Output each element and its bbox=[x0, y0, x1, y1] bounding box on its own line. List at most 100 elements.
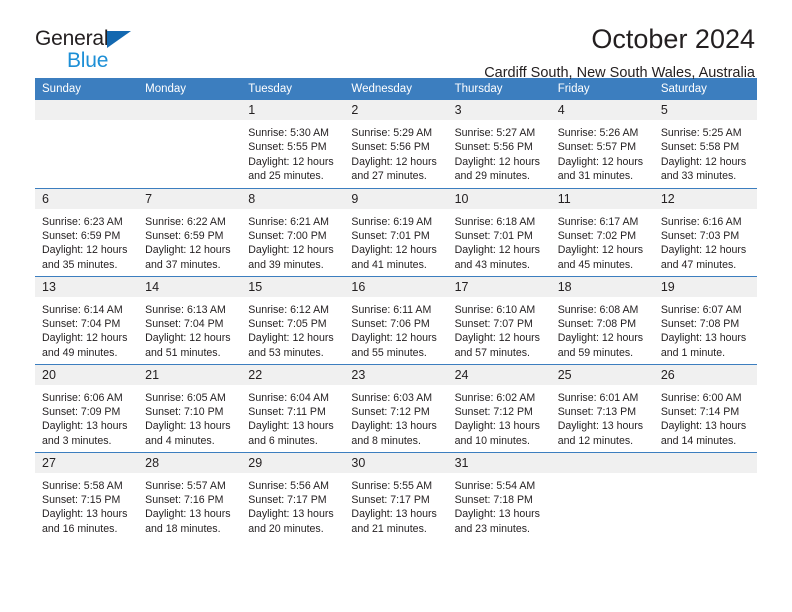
calendar-day-cell: 15 Sunrise: 6:12 AM Sunset: 7:05 PM Dayligh… bbox=[241, 275, 345, 364]
calendar-day-cell: 19 Sunrise: 6:07 AM Sunset: 7:08 PM Dayligh… bbox=[653, 275, 757, 364]
sunset-line: Sunset: 7:07 PM bbox=[454, 317, 533, 330]
sun-info: Sunrise: 5:30 AM Sunset: 5:55 PM Daylight:… bbox=[241, 120, 344, 184]
calendar-day-cell: 21 Sunrise: 6:05 AM Sunset: 7:10 PM Dayligh… bbox=[138, 363, 242, 452]
day-number: 3 bbox=[447, 100, 551, 120]
sunrise-line: Sunrise: 6:12 AM bbox=[248, 303, 329, 316]
sun-info: Sunrise: 5:56 AM Sunset: 7:17 PM Daylight:… bbox=[241, 473, 344, 537]
daylight-line-2: and 16 minutes. bbox=[42, 522, 118, 535]
calendar-day[interactable]: 10 Sunrise: 6:18 AM Sunset: 7:01 PM Dayligh… bbox=[447, 188, 551, 276]
sun-info: Sunrise: 6:05 AM Sunset: 7:10 PM Daylight:… bbox=[138, 385, 241, 449]
calendar-day[interactable]: 24 Sunrise: 6:02 AM Sunset: 7:12 PM Dayligh… bbox=[447, 364, 551, 452]
daylight-line-2: and 57 minutes. bbox=[454, 346, 530, 359]
daylight-line-2: and 31 minutes. bbox=[557, 170, 634, 183]
daylight-line-1: Daylight: 12 hours bbox=[351, 244, 437, 257]
sunset-line: Sunset: 7:09 PM bbox=[42, 405, 121, 418]
calendar-day-cell: 14 Sunrise: 6:13 AM Sunset: 7:04 PM Dayligh… bbox=[138, 275, 242, 364]
sunset-line: Sunset: 7:01 PM bbox=[351, 229, 430, 242]
sunset-line: Sunset: 7:04 PM bbox=[42, 317, 121, 330]
daylight-line-2: and 27 minutes. bbox=[351, 170, 427, 183]
day-number bbox=[35, 100, 139, 120]
day-number: 23 bbox=[344, 364, 448, 385]
calendar-day[interactable]: 31 Sunrise: 5:54 AM Sunset: 7:18 PM Dayligh… bbox=[447, 452, 551, 540]
sunrise-line: Sunrise: 6:22 AM bbox=[145, 215, 226, 228]
sunset-line: Sunset: 7:12 PM bbox=[351, 405, 430, 418]
sunset-line: Sunset: 7:01 PM bbox=[454, 229, 533, 242]
calendar-day[interactable]: 30 Sunrise: 5:55 AM Sunset: 7:17 PM Dayligh… bbox=[344, 452, 448, 540]
day-number: 14 bbox=[138, 276, 242, 297]
calendar-day[interactable]: 1 Sunrise: 5:30 AM Sunset: 5:55 PM Daylight… bbox=[241, 100, 345, 187]
calendar-day[interactable]: 3 Sunrise: 5:27 AM Sunset: 5:56 PM Daylight… bbox=[447, 100, 551, 187]
day-number: 17 bbox=[447, 276, 551, 297]
daylight-line-2: and 33 minutes. bbox=[660, 170, 737, 183]
sunset-line: Sunset: 7:10 PM bbox=[145, 405, 224, 418]
calendar-day-cell: 26 Sunrise: 6:00 AM Sunset: 7:14 PM Dayligh… bbox=[653, 363, 757, 452]
daylight-line-1: Daylight: 12 hours bbox=[660, 155, 747, 168]
calendar-day-cell bbox=[550, 451, 654, 540]
calendar-day[interactable]: 14 Sunrise: 6:13 AM Sunset: 7:04 PM Dayligh… bbox=[138, 276, 242, 364]
calendar-day[interactable]: 25 Sunrise: 6:01 AM Sunset: 7:13 PM Dayligh… bbox=[550, 364, 654, 452]
calendar-day-cell: 2 Sunrise: 5:29 AM Sunset: 5:56 PM Daylight… bbox=[344, 100, 448, 188]
calendar-day[interactable]: 22 Sunrise: 6:04 AM Sunset: 7:11 PM Dayligh… bbox=[241, 364, 345, 452]
sunrise-line: Sunrise: 5:58 AM bbox=[42, 479, 123, 492]
daylight-line-2: and 6 minutes. bbox=[248, 434, 318, 447]
calendar-day[interactable]: 26 Sunrise: 6:00 AM Sunset: 7:14 PM Dayligh… bbox=[653, 364, 757, 452]
calendar-day[interactable]: 28 Sunrise: 5:57 AM Sunset: 7:16 PM Dayligh… bbox=[138, 452, 242, 540]
day-number: 13 bbox=[35, 276, 139, 297]
sunrise-line: Sunrise: 6:06 AM bbox=[42, 391, 123, 404]
daylight-line-2: and 55 minutes. bbox=[351, 346, 427, 359]
calendar-day[interactable]: 8 Sunrise: 6:21 AM Sunset: 7:00 PM Daylight… bbox=[241, 188, 345, 276]
calendar-day[interactable]: 12 Sunrise: 6:16 AM Sunset: 7:03 PM Dayligh… bbox=[653, 188, 757, 276]
calendar-page: General Blue October 2024 Cardiff South,… bbox=[0, 0, 792, 612]
calendar-day[interactable]: 6 Sunrise: 6:23 AM Sunset: 6:59 PM Daylight… bbox=[35, 188, 139, 276]
calendar-day[interactable]: 7 Sunrise: 6:22 AM Sunset: 6:59 PM Daylight… bbox=[138, 188, 242, 276]
day-number: 8 bbox=[241, 188, 345, 209]
daylight-line-1: Daylight: 12 hours bbox=[42, 244, 128, 257]
calendar-day[interactable]: 2 Sunrise: 5:29 AM Sunset: 5:56 PM Daylight… bbox=[344, 100, 448, 187]
calendar-day[interactable]: 5 Sunrise: 5:25 AM Sunset: 5:58 PM Daylight… bbox=[653, 100, 757, 187]
day-number: 2 bbox=[344, 100, 448, 120]
sunrise-line: Sunrise: 6:10 AM bbox=[454, 303, 536, 316]
sunrise-line: Sunrise: 6:02 AM bbox=[454, 391, 536, 404]
sunrise-line: Sunrise: 5:56 AM bbox=[248, 479, 329, 492]
generalblue-logo[interactable]: General Blue bbox=[35, 26, 151, 71]
day-number: 1 bbox=[241, 100, 345, 120]
daylight-line-2: and 53 minutes. bbox=[248, 346, 324, 359]
daylight-line-2: and 37 minutes. bbox=[145, 258, 221, 271]
sun-info: Sunrise: 6:14 AM Sunset: 7:04 PM Daylight:… bbox=[35, 297, 138, 361]
sunrise-line: Sunrise: 6:05 AM bbox=[145, 391, 226, 404]
calendar-day[interactable]: 21 Sunrise: 6:05 AM Sunset: 7:10 PM Dayligh… bbox=[138, 364, 242, 452]
day-number: 31 bbox=[447, 452, 551, 473]
calendar-day[interactable]: 23 Sunrise: 6:03 AM Sunset: 7:12 PM Dayligh… bbox=[344, 364, 448, 452]
sunset-line: Sunset: 7:08 PM bbox=[660, 317, 740, 330]
sunrise-line: Sunrise: 5:27 AM bbox=[454, 127, 536, 139]
sunrise-line: Sunrise: 6:13 AM bbox=[145, 303, 226, 316]
calendar-day[interactable]: 15 Sunrise: 6:12 AM Sunset: 7:05 PM Dayligh… bbox=[241, 276, 345, 364]
sunrise-line: Sunrise: 6:03 AM bbox=[351, 391, 433, 404]
day-number: 6 bbox=[35, 188, 139, 209]
calendar-day[interactable]: 16 Sunrise: 6:11 AM Sunset: 7:06 PM Dayligh… bbox=[344, 276, 448, 364]
daylight-line-1: Daylight: 12 hours bbox=[454, 244, 540, 257]
daylight-line-2: and 45 minutes. bbox=[557, 258, 634, 271]
calendar-day[interactable]: 4 Sunrise: 5:26 AM Sunset: 5:57 PM Daylight… bbox=[550, 100, 654, 187]
calendar-day[interactable]: 17 Sunrise: 6:10 AM Sunset: 7:07 PM Dayligh… bbox=[447, 276, 551, 364]
calendar-day[interactable]: 9 Sunrise: 6:19 AM Sunset: 7:01 PM Daylight… bbox=[344, 188, 448, 276]
calendar-day[interactable]: 11 Sunrise: 6:17 AM Sunset: 7:02 PM Dayligh… bbox=[550, 188, 654, 276]
calendar-day[interactable]: 18 Sunrise: 6:08 AM Sunset: 7:08 PM Dayligh… bbox=[550, 276, 654, 364]
calendar-day[interactable]: 13 Sunrise: 6:14 AM Sunset: 7:04 PM Dayligh… bbox=[35, 276, 139, 364]
calendar-day[interactable]: 20 Sunrise: 6:06 AM Sunset: 7:09 PM Dayligh… bbox=[35, 364, 139, 452]
sunset-line: Sunset: 7:12 PM bbox=[454, 405, 533, 418]
calendar-day-cell: 22 Sunrise: 6:04 AM Sunset: 7:11 PM Dayligh… bbox=[241, 363, 345, 452]
calendar-day[interactable]: 29 Sunrise: 5:56 AM Sunset: 7:17 PM Dayligh… bbox=[241, 452, 345, 540]
daylight-line-1: Daylight: 12 hours bbox=[145, 244, 231, 257]
sun-info: Sunrise: 6:02 AM Sunset: 7:12 PM Daylight:… bbox=[448, 385, 551, 449]
calendar-day-cell: 23 Sunrise: 6:03 AM Sunset: 7:12 PM Dayligh… bbox=[344, 363, 448, 452]
daylight-line-1: Daylight: 13 hours bbox=[660, 420, 747, 433]
calendar-day[interactable]: 19 Sunrise: 6:07 AM Sunset: 7:08 PM Dayligh… bbox=[653, 276, 757, 364]
day-number: 11 bbox=[550, 188, 654, 209]
sunrise-line: Sunrise: 6:17 AM bbox=[557, 215, 639, 228]
day-number: 20 bbox=[35, 364, 139, 385]
calendar-day[interactable]: 27 Sunrise: 5:58 AM Sunset: 7:15 PM Dayligh… bbox=[35, 452, 139, 540]
sunrise-line: Sunrise: 5:30 AM bbox=[248, 127, 329, 139]
day-number: 28 bbox=[138, 452, 242, 473]
daylight-line-2: and 43 minutes. bbox=[454, 258, 530, 271]
